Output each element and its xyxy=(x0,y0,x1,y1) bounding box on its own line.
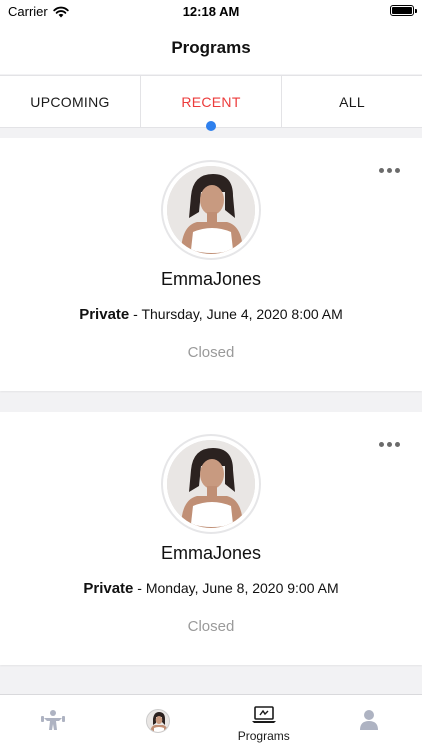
tab-upcoming[interactable]: UPCOMING xyxy=(0,76,141,127)
programs-laptop-icon xyxy=(251,706,276,723)
tabbar-item-account[interactable] xyxy=(317,695,422,750)
program-card[interactable]: EmmaJones Private - Thursday, June 4, 20… xyxy=(0,138,422,391)
page-title: Programs xyxy=(171,38,251,57)
program-meta: Private - Thursday, June 4, 2020 8:00 AM xyxy=(0,306,422,323)
program-datetime: Thursday, June 4, 2020 8:00 AM xyxy=(141,306,343,322)
tab-all[interactable]: ALL xyxy=(282,76,422,127)
navigation-bar: Programs xyxy=(0,22,422,74)
tab-recent[interactable]: RECENT xyxy=(141,76,282,127)
dot-icon xyxy=(379,442,384,447)
meta-separator: - xyxy=(137,580,142,596)
program-status: Closed xyxy=(187,618,235,635)
tabbar-programs-label: Programs xyxy=(237,729,290,743)
programs-screen: Carrier 12:18 AM Programs UPCOMING RECEN… xyxy=(0,0,422,750)
trainer-avatar-ring xyxy=(161,434,261,534)
trainer-avatar xyxy=(167,440,255,528)
program-status: Closed xyxy=(187,344,235,361)
dot-icon xyxy=(379,168,384,173)
tabbar-item-fitness[interactable] xyxy=(0,695,106,750)
user-icon xyxy=(360,710,379,730)
trainer-avatar-ring xyxy=(161,160,261,260)
status-bar: Carrier 12:18 AM xyxy=(0,0,422,22)
program-type: Private xyxy=(79,306,130,323)
bottom-tab-bar: Programs xyxy=(0,694,422,750)
program-card[interactable]: EmmaJones Private - Monday, June 8, 2020… xyxy=(0,412,422,665)
dot-icon xyxy=(387,442,392,447)
trainer-name: EmmaJones xyxy=(160,543,262,563)
dot-icon xyxy=(395,168,400,173)
program-meta: Private - Monday, June 8, 2020 9:00 AM xyxy=(0,580,422,597)
tabbar-item-profile[interactable] xyxy=(106,695,212,750)
trainer-avatar xyxy=(167,166,255,254)
more-options-button[interactable] xyxy=(379,168,400,173)
more-options-button[interactable] xyxy=(379,442,400,447)
profile-avatar xyxy=(146,709,171,733)
program-type: Private xyxy=(83,580,134,597)
dot-icon xyxy=(395,442,400,447)
meta-separator: - xyxy=(133,306,138,322)
active-tab-indicator xyxy=(206,121,216,131)
battery-icon xyxy=(390,5,417,16)
program-datetime: Monday, June 8, 2020 9:00 AM xyxy=(145,580,339,596)
tabbar-item-programs[interactable]: Programs xyxy=(211,695,317,750)
dot-icon xyxy=(387,168,392,173)
fitness-icon xyxy=(40,710,65,730)
clock: 12:18 AM xyxy=(182,4,240,19)
trainer-name: EmmaJones xyxy=(160,269,262,289)
